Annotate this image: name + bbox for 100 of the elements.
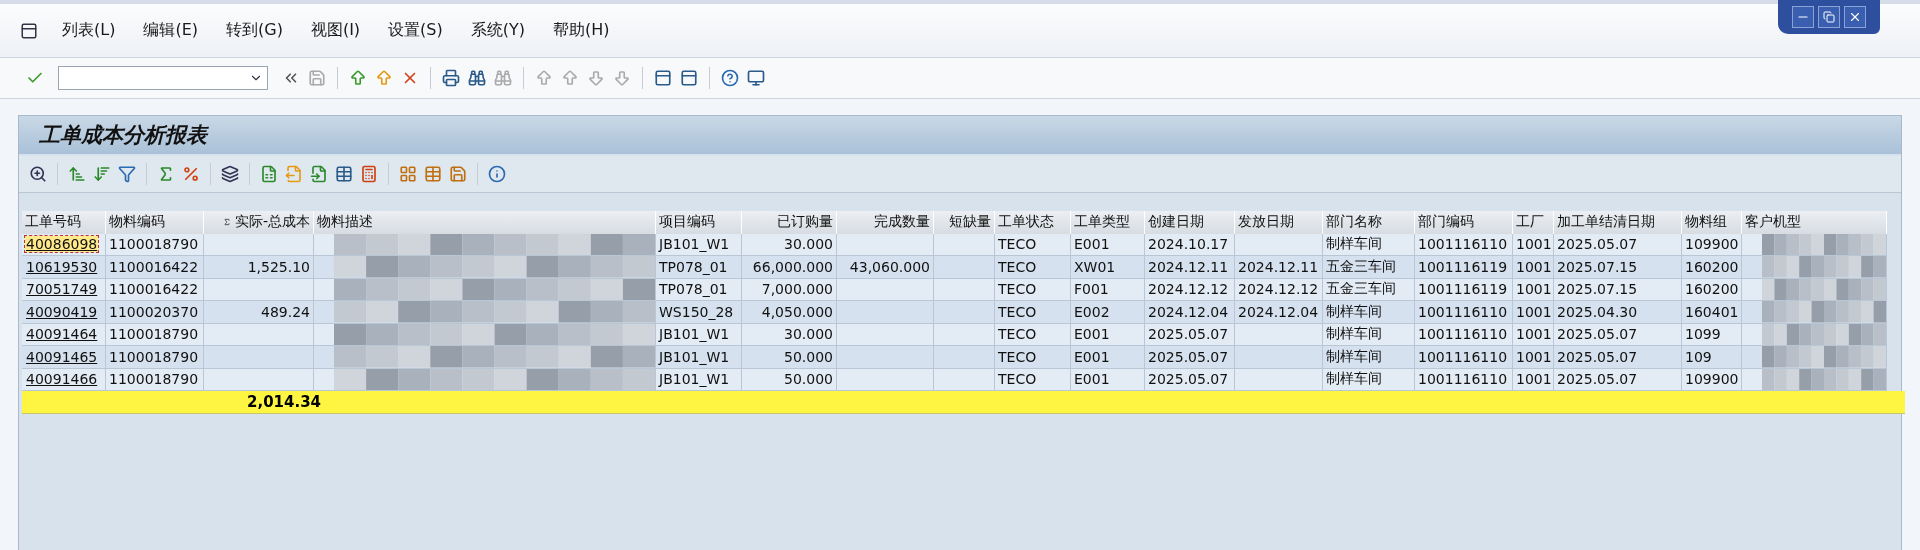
column-header[interactable]: 物料组: [1682, 211, 1742, 234]
column-header[interactable]: 已订购量: [742, 211, 837, 234]
column-header[interactable]: 加工单结清日期: [1554, 211, 1682, 234]
column-header[interactable]: 工厂: [1513, 211, 1554, 234]
command-field[interactable]: [58, 66, 268, 90]
table-icon[interactable]: [335, 165, 353, 183]
table-cell: 1100016422: [106, 256, 204, 279]
menu-item[interactable]: 视图(I): [296, 20, 375, 41]
table-cell: 制样车间: [1323, 233, 1415, 256]
table-cell: 1001: [1513, 301, 1554, 324]
table-cell: 1100018790: [106, 346, 204, 369]
column-header[interactable]: 项目编码: [656, 211, 742, 234]
printer-icon[interactable]: [442, 69, 460, 87]
spreadsheet-icon[interactable]: [260, 165, 278, 183]
filter-icon[interactable]: [118, 165, 136, 183]
column-header[interactable]: 实际-总成本: [204, 211, 314, 234]
save-layout-icon[interactable]: [449, 165, 467, 183]
menu-item[interactable]: 列表(L): [48, 20, 130, 41]
table-cell: 1001116110: [1415, 368, 1513, 391]
order-link[interactable]: 40091466: [25, 371, 99, 388]
table-cell: JB101_W1: [656, 346, 742, 369]
table-cell: E001: [1071, 346, 1145, 369]
menu-item[interactable]: 设置(S): [374, 20, 457, 41]
order-link[interactable]: 40090419: [25, 303, 99, 320]
table-cell: JB101_W1: [656, 368, 742, 391]
table-cell: E002: [1071, 301, 1145, 324]
table-cell: 1,525.10: [204, 256, 314, 279]
table-cell: 66,000.000: [742, 256, 837, 279]
page-up-icon[interactable]: [561, 69, 579, 87]
order-link[interactable]: 40086098: [25, 236, 99, 253]
column-header[interactable]: 完成数量: [837, 211, 934, 234]
table-cell: [934, 368, 995, 391]
order-link[interactable]: 70051749: [25, 281, 99, 298]
table-cell: 2024.12.12: [1145, 278, 1235, 301]
zoom-icon[interactable]: [29, 165, 47, 183]
table-cell: 五金三车间: [1323, 256, 1415, 279]
menu-item[interactable]: 帮助(H): [539, 20, 624, 41]
minimize-button[interactable]: [1792, 6, 1814, 28]
menu-item[interactable]: 编辑(E): [129, 20, 212, 41]
info-icon[interactable]: [488, 165, 506, 183]
table-cell: 489.24: [204, 301, 314, 324]
table-cell: 43,060.000: [837, 256, 934, 279]
column-header[interactable]: 发放日期: [1235, 211, 1323, 234]
table-cell: 160200: [1682, 256, 1742, 279]
column-header[interactable]: 物料描述: [314, 211, 656, 234]
table-cell: 109: [1682, 346, 1742, 369]
column-header[interactable]: 创建日期: [1145, 211, 1235, 234]
window-icon[interactable]: [654, 69, 672, 87]
restore-button[interactable]: [1818, 6, 1840, 28]
order-link[interactable]: 10619530: [25, 258, 99, 275]
table-cell: 2025.05.07: [1145, 323, 1235, 346]
table-cell: [934, 233, 995, 256]
table-cell: 2024.12.11: [1145, 256, 1235, 279]
export-icon[interactable]: [285, 165, 303, 183]
order-link[interactable]: 40091464: [25, 326, 99, 343]
order-link[interactable]: 40091465: [25, 348, 99, 365]
table-cell: 1100020370: [106, 301, 204, 324]
table-cell: TECO: [995, 368, 1071, 391]
table-cell: 2024.12.04: [1145, 301, 1235, 324]
table-cell: 制样车间: [1323, 301, 1415, 324]
table-cell: 2024.12.11: [1235, 256, 1323, 279]
table-cell: [934, 301, 995, 324]
column-header[interactable]: 部门名称: [1323, 211, 1415, 234]
help-icon[interactable]: [721, 69, 739, 87]
monitor-icon[interactable]: [747, 69, 765, 87]
layout-icon[interactable]: [399, 165, 417, 183]
table-cell: TECO: [995, 256, 1071, 279]
table-cell: 30.000: [742, 233, 837, 256]
sort-descending-icon[interactable]: [93, 165, 111, 183]
send-icon[interactable]: [310, 165, 328, 183]
column-header[interactable]: 物料编码: [106, 211, 204, 234]
close-button[interactable]: [1844, 6, 1866, 28]
window-icon[interactable]: [680, 69, 698, 87]
column-header[interactable]: 工单号码: [22, 211, 106, 234]
column-header[interactable]: 工单状态: [995, 211, 1071, 234]
binoculars-icon[interactable]: [468, 69, 486, 87]
table-cell: 1001: [1513, 323, 1554, 346]
table-cell: 4,050.000: [742, 301, 837, 324]
table-cell: XW01: [1071, 256, 1145, 279]
column-header[interactable]: 短缺量: [934, 211, 995, 234]
table-cell: 2024.10.17: [1145, 233, 1235, 256]
table-cell: 2025.05.07: [1554, 346, 1682, 369]
table-cell: 制样车间: [1323, 346, 1415, 369]
save-icon[interactable]: [308, 69, 326, 87]
table-cell: 2025.07.15: [1554, 256, 1682, 279]
column-header[interactable]: 部门编码: [1415, 211, 1513, 234]
table-cell: 1001: [1513, 368, 1554, 391]
page-down-icon[interactable]: [587, 69, 605, 87]
menu-item[interactable]: 系统(Y): [456, 20, 539, 41]
report-title: 工单成本分析报表: [19, 116, 1901, 154]
table-cell: 1001: [1513, 256, 1554, 279]
page-up-icon[interactable]: [535, 69, 553, 87]
column-header[interactable]: 客户机型: [1742, 211, 1887, 234]
sort-ascending-icon[interactable]: [68, 165, 86, 183]
table-cell: JB101_W1: [656, 323, 742, 346]
menu-item[interactable]: 转到(G): [212, 20, 297, 41]
columns-icon[interactable]: [424, 165, 442, 183]
page-down-icon[interactable]: [613, 69, 631, 87]
column-header[interactable]: 工单类型: [1071, 211, 1145, 234]
table-cell: 制样车间: [1323, 368, 1415, 391]
